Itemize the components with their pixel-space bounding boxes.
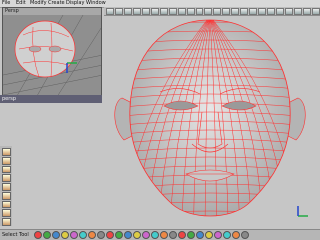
shelf-tool-icon[interactable] <box>240 7 249 15</box>
tool-icon[interactable] <box>1 218 11 227</box>
shelf-tool-icon[interactable] <box>195 7 204 15</box>
tool-box <box>0 146 12 227</box>
tool-icon[interactable] <box>1 148 11 156</box>
main-viewport[interactable] <box>102 16 318 229</box>
shelf-tool-icon[interactable] <box>213 7 222 15</box>
perspective-viewport[interactable]: Persp <box>2 7 102 102</box>
tool-shelf <box>104 7 320 16</box>
menu-create[interactable]: Create <box>48 0 65 7</box>
status-icon[interactable] <box>177 231 186 239</box>
shelf-tool-icon[interactable] <box>168 7 177 15</box>
shelf-tool-icon[interactable] <box>186 7 195 15</box>
shelf-tool-icon[interactable] <box>267 7 276 15</box>
shelf-tool-icon[interactable] <box>141 7 150 15</box>
shelf-tool-icon[interactable] <box>222 7 231 15</box>
axis-indicator-icon <box>297 206 308 217</box>
status-icon[interactable] <box>42 231 51 239</box>
shelf-tool-icon[interactable] <box>249 7 258 15</box>
menu-display[interactable]: Display <box>66 0 84 7</box>
shelf-tool-icon[interactable] <box>258 7 267 15</box>
shelf-tool-icon[interactable] <box>150 7 159 15</box>
shelf-tool-icon[interactable] <box>302 7 311 15</box>
shelf-tool-icon[interactable] <box>276 7 285 15</box>
status-icon[interactable] <box>159 231 168 239</box>
perspective-scene <box>3 15 101 101</box>
viewport-label: persp <box>0 95 102 103</box>
shelf-tool-icon[interactable] <box>106 7 114 15</box>
shelf-tool-icon[interactable] <box>311 7 320 15</box>
tool-icon[interactable] <box>1 209 11 218</box>
status-text: Select Tool <box>2 232 29 238</box>
status-icon[interactable] <box>132 231 141 239</box>
status-icon[interactable] <box>195 231 204 239</box>
status-icon[interactable] <box>33 231 42 239</box>
status-icon[interactable] <box>150 231 159 239</box>
menu-modify[interactable]: Modify <box>30 0 47 7</box>
status-icon[interactable] <box>204 231 213 239</box>
status-icon[interactable] <box>114 231 123 239</box>
status-icon[interactable] <box>69 231 78 239</box>
status-icon[interactable] <box>60 231 69 239</box>
tool-icon[interactable] <box>1 165 11 174</box>
shelf-tool-icon[interactable] <box>177 7 186 15</box>
status-icon[interactable] <box>123 231 132 239</box>
tool-icon[interactable] <box>1 191 11 200</box>
viewport-title: Persp <box>3 8 101 15</box>
shelf-tool-icon[interactable] <box>231 7 240 15</box>
status-icon[interactable] <box>213 231 222 239</box>
status-icon[interactable] <box>51 231 60 239</box>
shelf-tool-icon[interactable] <box>132 7 141 15</box>
face-wireframe <box>114 19 308 217</box>
status-icon[interactable] <box>87 231 96 239</box>
status-icon[interactable] <box>168 231 177 239</box>
menu-window[interactable]: Window <box>86 0 106 7</box>
menu-edit[interactable]: Edit <box>16 0 26 7</box>
shelf-tool-icon[interactable] <box>204 7 213 15</box>
menu-file[interactable]: File <box>2 0 10 7</box>
status-icon[interactable] <box>141 231 150 239</box>
tool-icon[interactable] <box>1 200 11 209</box>
tool-icon[interactable] <box>1 174 11 183</box>
shelf-tool-icon[interactable] <box>123 7 132 15</box>
status-icon[interactable] <box>186 231 195 239</box>
shelf-tool-icon[interactable] <box>114 7 123 15</box>
tool-icon[interactable] <box>1 156 11 165</box>
shelf-tool-icon[interactable] <box>294 7 302 15</box>
status-icon[interactable] <box>78 231 87 239</box>
status-icon[interactable] <box>222 231 231 239</box>
status-icon[interactable] <box>231 231 240 239</box>
status-bar: Select Tool <box>0 229 320 240</box>
tool-icon[interactable] <box>1 183 11 191</box>
status-icon[interactable] <box>240 231 249 239</box>
status-icon[interactable] <box>105 231 114 239</box>
status-icon[interactable] <box>96 231 105 239</box>
shelf-tool-icon[interactable] <box>285 7 294 15</box>
shelf-tool-icon[interactable] <box>159 7 168 15</box>
